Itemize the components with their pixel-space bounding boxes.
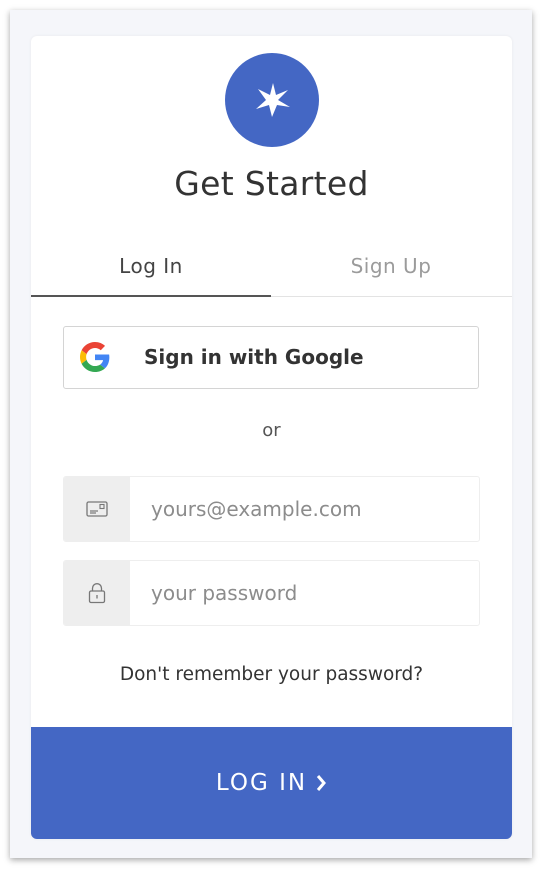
google-icon [80,342,110,372]
envelope-icon [86,501,108,517]
google-signin-label: Sign in with Google [144,345,364,369]
chevron-right-icon [316,775,327,791]
tab-log-in[interactable]: Log In [31,242,271,297]
logo [225,53,319,147]
tab-sign-up[interactable]: Sign Up [271,242,511,296]
password-input[interactable] [130,561,479,625]
divider-text: or [262,420,281,441]
forgot-password-link[interactable]: Don't remember your password? [31,664,512,685]
lock-icon [88,583,106,604]
log-in-button[interactable]: LOG IN [31,727,512,839]
password-icon-box [64,561,130,625]
starburst-icon [256,83,290,117]
email-input[interactable] [130,477,479,541]
password-field [63,560,480,626]
login-card: Get Started Log In Sign Up Sign in with … [31,36,512,839]
email-icon-box [64,477,130,541]
google-signin-button[interactable]: Sign in with Google [63,326,479,389]
log-in-label: LOG IN [215,770,308,796]
auth-tabs: Log In Sign Up [31,242,512,297]
page-title: Get Started [174,164,369,203]
dialog-window: Get Started Log In Sign Up Sign in with … [10,10,532,858]
email-field [63,476,480,542]
